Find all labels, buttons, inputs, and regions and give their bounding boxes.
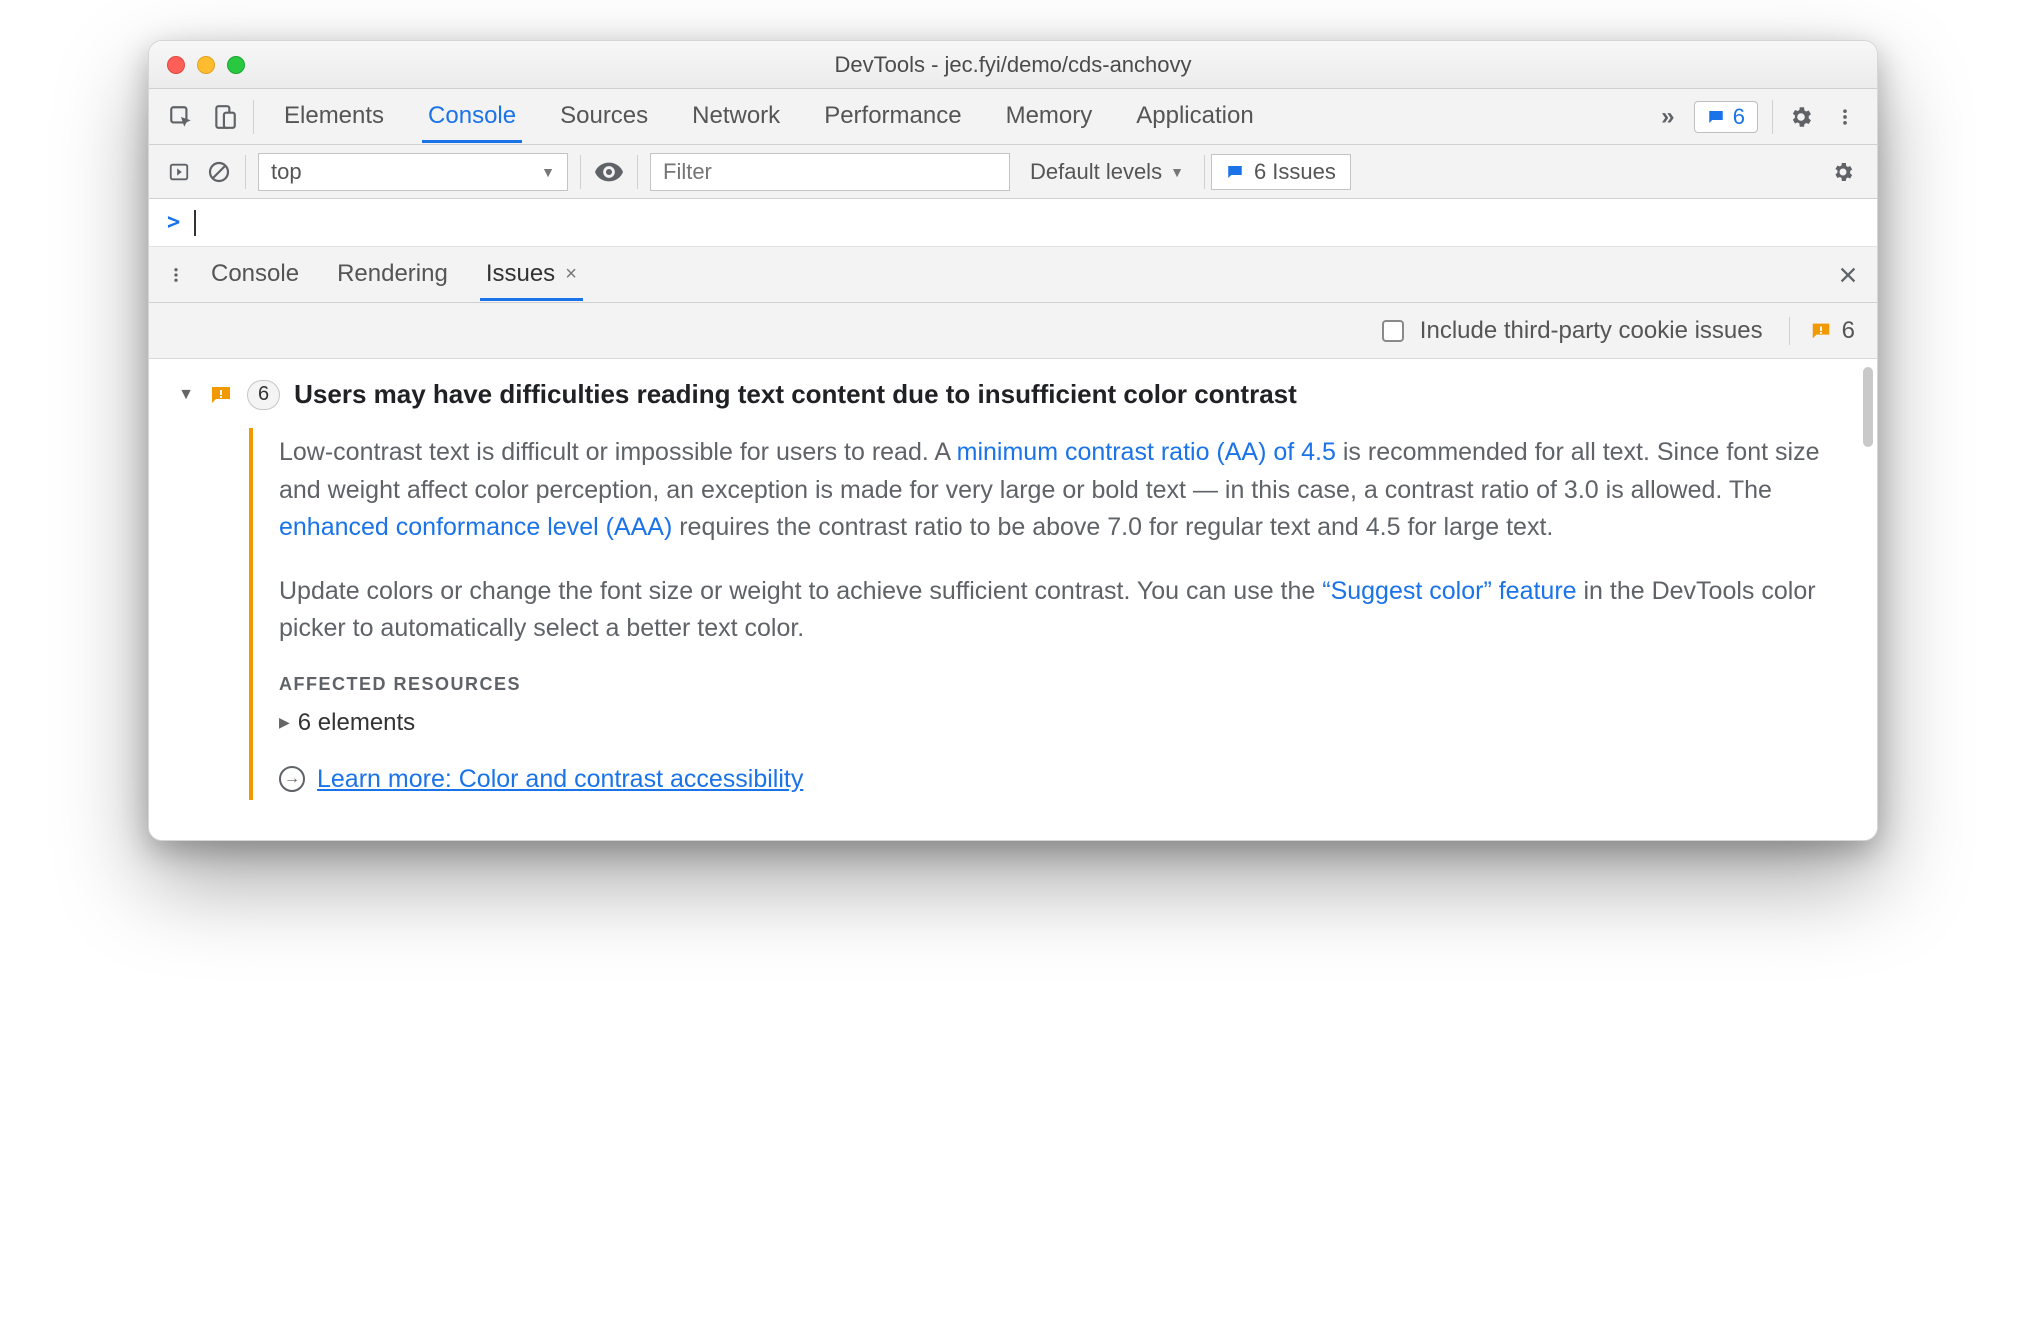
issues-badge-count: 6 xyxy=(1733,104,1745,130)
text-cursor xyxy=(194,210,196,236)
prompt-caret-icon: > xyxy=(167,210,180,235)
link-min-contrast-ratio[interactable]: minimum contrast ratio (AA) of 4.5 xyxy=(957,438,1336,466)
divider xyxy=(245,155,246,189)
filter-input-field[interactable] xyxy=(663,159,997,185)
tab-performance[interactable]: Performance xyxy=(818,90,967,143)
issue-occurrence-count: 6 xyxy=(247,380,280,410)
tab-elements[interactable]: Elements xyxy=(278,90,390,143)
arrow-circle-icon: → xyxy=(279,766,305,792)
expand-toggle-icon[interactable]: ▶ xyxy=(279,714,290,731)
more-tabs-button[interactable]: » xyxy=(1650,103,1686,131)
drawer-tabstrip: Console Rendering Issues × xyxy=(149,247,1877,303)
scrollbar-thumb[interactable] xyxy=(1863,367,1873,447)
main-tabs: Elements Console Sources Network Perform… xyxy=(260,90,1278,143)
log-levels-label: Default levels xyxy=(1030,159,1162,185)
console-prompt[interactable]: > xyxy=(149,199,1877,247)
log-levels-selector[interactable]: Default levels ▼ xyxy=(1016,159,1198,185)
issue-header[interactable]: ▼ 6 Users may have difficulties reading … xyxy=(177,379,1837,410)
issue-paragraph-2: Update colors or change the font size or… xyxy=(279,573,1837,648)
warning-icon xyxy=(1810,320,1832,342)
tab-sources[interactable]: Sources xyxy=(554,90,654,143)
learn-more-link[interactable]: Learn more: Color and contrast accessibi… xyxy=(317,765,803,794)
zoom-window-button[interactable] xyxy=(227,56,245,74)
tab-memory[interactable]: Memory xyxy=(1000,90,1099,143)
divider xyxy=(1772,100,1773,134)
minimize-window-button[interactable] xyxy=(197,56,215,74)
chevron-down-icon: ▼ xyxy=(1170,164,1184,180)
filter-input[interactable] xyxy=(650,153,1010,191)
total-issues-number: 6 xyxy=(1842,317,1855,345)
live-expression-icon[interactable] xyxy=(587,162,631,182)
more-options-icon[interactable] xyxy=(1823,104,1867,130)
divider xyxy=(637,155,638,189)
toggle-sidebar-icon[interactable] xyxy=(159,161,199,183)
divider xyxy=(1204,155,1205,189)
close-tab-icon[interactable]: × xyxy=(565,263,577,286)
divider xyxy=(253,100,254,134)
close-window-button[interactable] xyxy=(167,56,185,74)
issues-badge-button[interactable]: 6 xyxy=(1694,101,1758,133)
issues-count-label: 6 Issues xyxy=(1254,159,1336,185)
tab-console[interactable]: Console xyxy=(422,90,522,143)
affected-elements-count: 6 elements xyxy=(298,709,415,737)
device-toolbar-icon[interactable] xyxy=(203,89,247,145)
issue-title: Users may have difficulties reading text… xyxy=(294,379,1297,410)
expand-toggle-icon[interactable]: ▼ xyxy=(177,386,195,404)
clear-console-icon[interactable] xyxy=(199,160,239,184)
link-enhanced-conformance[interactable]: enhanced conformance level (AAA) xyxy=(279,513,672,541)
main-tabstrip: Elements Console Sources Network Perform… xyxy=(149,89,1877,145)
context-selector-value: top xyxy=(271,159,302,185)
issues-panel: ▼ 6 Users may have difficulties reading … xyxy=(149,359,1877,840)
tab-network[interactable]: Network xyxy=(686,90,786,143)
chevron-down-icon: ▼ xyxy=(541,164,555,180)
console-toolbar: top ▼ Default levels ▼ 6 Issues xyxy=(149,145,1877,199)
tab-application[interactable]: Application xyxy=(1130,90,1259,143)
learn-more-row: → Learn more: Color and contrast accessi… xyxy=(279,765,1837,794)
console-settings-icon[interactable] xyxy=(1823,160,1863,184)
context-selector[interactable]: top ▼ xyxy=(258,153,568,191)
drawer-tabs: Console Rendering Issues × xyxy=(193,248,595,301)
settings-icon[interactable] xyxy=(1779,104,1823,130)
devtools-window: DevTools - jec.fyi/demo/cds-anchovy Elem… xyxy=(148,40,1878,841)
link-suggest-color[interactable]: “Suggest color” feature xyxy=(1322,577,1576,605)
close-drawer-button[interactable] xyxy=(1837,264,1859,286)
third-party-cookies-checkbox[interactable] xyxy=(1382,320,1404,342)
issues-toolbar: Include third-party cookie issues 6 xyxy=(149,303,1877,359)
drawer-tab-issues[interactable]: Issues × xyxy=(480,248,583,301)
issue-body: Low-contrast text is difficult or imposs… xyxy=(249,428,1837,800)
issue-paragraph-1: Low-contrast text is difficult or imposs… xyxy=(279,434,1837,547)
drawer-more-icon[interactable] xyxy=(159,263,193,287)
drawer-tab-issues-label: Issues xyxy=(486,260,555,288)
affected-resources-item[interactable]: ▶ 6 elements xyxy=(279,709,1837,737)
affected-resources-header: AFFECTED RESOURCES xyxy=(279,674,1837,695)
titlebar: DevTools - jec.fyi/demo/cds-anchovy xyxy=(149,41,1877,89)
total-issues-count: 6 xyxy=(1789,317,1855,345)
warning-icon xyxy=(209,383,233,407)
inspect-element-icon[interactable] xyxy=(159,89,203,145)
issues-count-button[interactable]: 6 Issues xyxy=(1211,154,1351,190)
traffic-lights xyxy=(149,56,245,74)
drawer-tab-rendering[interactable]: Rendering xyxy=(331,248,454,301)
drawer-tab-console[interactable]: Console xyxy=(205,248,305,301)
third-party-cookies-label: Include third-party cookie issues xyxy=(1420,317,1763,345)
divider xyxy=(580,155,581,189)
window-title: DevTools - jec.fyi/demo/cds-anchovy xyxy=(149,52,1877,78)
